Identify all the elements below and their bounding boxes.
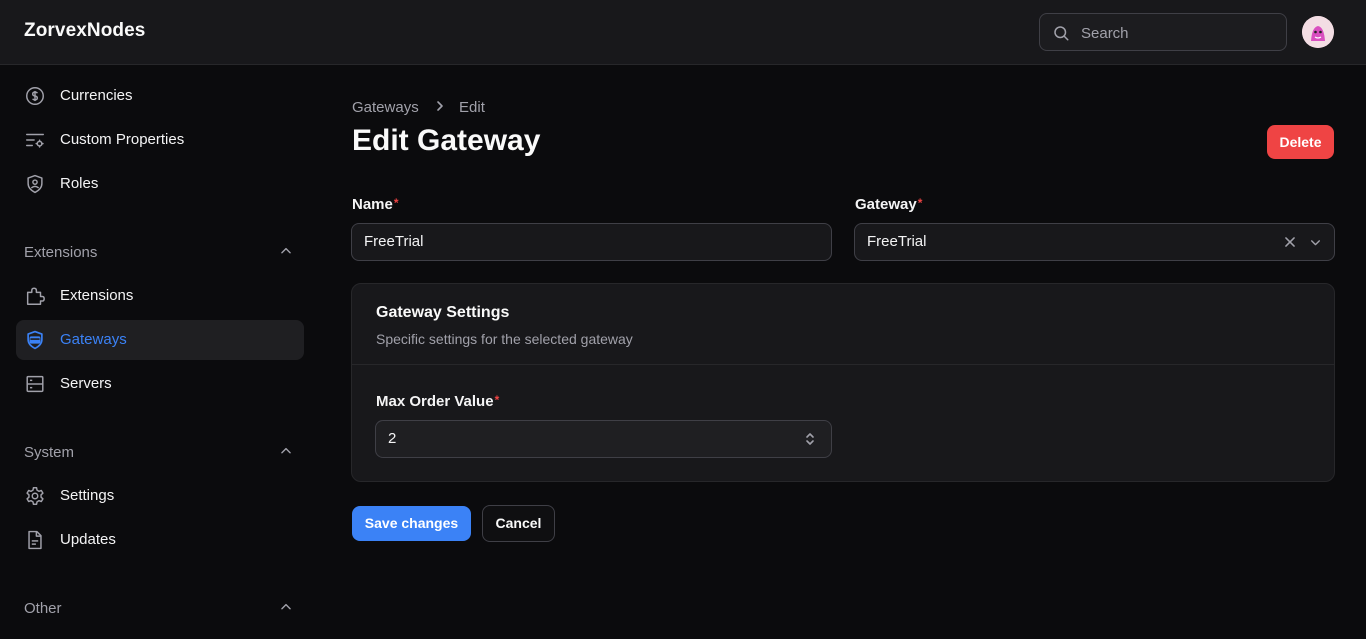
gateway-select[interactable]: FreeTrial: [854, 223, 1335, 261]
max-order-value-input[interactable]: 2: [375, 420, 832, 458]
document-icon: [28, 530, 42, 550]
sidebar-item-settings[interactable]: Settings: [16, 476, 304, 516]
shield-user-icon: [27, 174, 43, 194]
gear-icon: [26, 487, 44, 505]
sidebar-item-updates[interactable]: Updates: [16, 520, 304, 560]
sidebar-item-custom-properties[interactable]: Custom Properties: [16, 120, 304, 160]
card-subtitle: Specific settings for the selected gatew…: [376, 331, 633, 347]
currency-icon: [26, 87, 44, 105]
name-label: Name*: [352, 196, 399, 213]
save-changes-button[interactable]: Save changes: [352, 506, 471, 541]
gateway-select-value: FreeTrial: [867, 233, 927, 250]
sidebar-item-label: Updates: [60, 531, 116, 548]
sidebar-item-label: Extensions: [60, 287, 134, 304]
search-icon: [1054, 26, 1069, 41]
page-title: Edit Gateway: [352, 124, 541, 157]
avatar[interactable]: [1302, 16, 1334, 48]
puzzle-icon: [26, 287, 45, 305]
chevron-right-icon: [435, 99, 445, 116]
gateway-label-text: Gateway: [855, 196, 917, 213]
sidebar-group-system[interactable]: System: [24, 444, 74, 461]
chevron-up-icon[interactable]: [279, 600, 293, 614]
search-input[interactable]: Search: [1039, 13, 1287, 51]
sidebar-item-extensions[interactable]: Extensions: [16, 276, 304, 316]
gateway-icon: [27, 330, 43, 350]
breadcrumb-current: Edit: [459, 98, 485, 116]
sidebar-item-label: Settings: [60, 487, 115, 504]
stepper-icon[interactable]: [802, 430, 818, 448]
required-mark: *: [917, 196, 923, 210]
chevron-down-icon[interactable]: [1309, 236, 1322, 249]
sidebar-item-gateways[interactable]: Gateways: [16, 320, 304, 360]
sidebar-item-label: Roles: [60, 175, 99, 192]
top-bar: ZorvexNodes Search: [0, 0, 1366, 65]
card-title: Gateway Settings: [376, 304, 510, 321]
custom-properties-icon: [26, 133, 44, 148]
sidebar-item-servers[interactable]: Servers: [16, 364, 304, 404]
sidebar-item-currencies[interactable]: Currencies: [16, 76, 304, 116]
required-mark: *: [393, 196, 399, 210]
sidebar-item-roles[interactable]: Roles: [16, 164, 304, 204]
name-field[interactable]: FreeTrial: [351, 223, 832, 261]
server-icon: [26, 375, 44, 393]
sidebar-item-label: Gateways: [60, 331, 127, 348]
sidebar-group-extensions[interactable]: Extensions: [24, 244, 97, 261]
breadcrumb-gateways[interactable]: Gateways: [352, 99, 419, 116]
breadcrumb: Gateways Edit: [352, 98, 485, 116]
max-order-label: Max Order Value*: [376, 393, 499, 410]
sidebar-item-label: Custom Properties: [60, 131, 185, 148]
gateway-label: Gateway*: [855, 196, 922, 213]
brand-logo[interactable]: ZorvexNodes: [24, 20, 145, 42]
sidebar-item-label: Servers: [60, 375, 112, 392]
name-label-text: Name: [352, 196, 393, 213]
card-header: Gateway Settings Specific settings for t…: [352, 284, 1334, 365]
clear-icon[interactable]: [1283, 235, 1297, 249]
sidebar-item-label: Currencies: [60, 87, 133, 104]
search-placeholder: Search: [1081, 25, 1129, 42]
delete-button[interactable]: Delete: [1267, 125, 1334, 159]
required-mark: *: [494, 393, 500, 407]
chevron-up-icon[interactable]: [279, 244, 293, 258]
max-order-label-text: Max Order Value: [376, 393, 494, 410]
chevron-up-icon[interactable]: [279, 444, 293, 458]
cancel-button[interactable]: Cancel: [482, 505, 555, 542]
sidebar-group-other[interactable]: Other: [24, 600, 62, 617]
